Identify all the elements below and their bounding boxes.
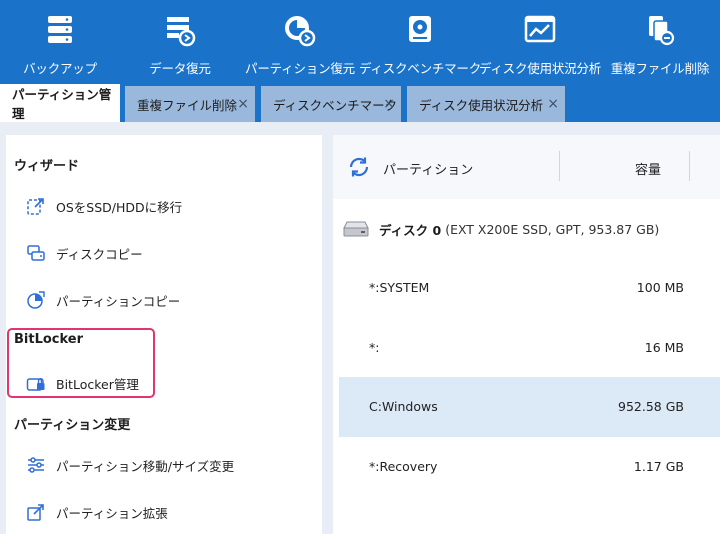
disk-benchmark-button[interactable]: ディスクベンチマーク bbox=[358, 0, 482, 84]
sidebar-item-label: パーティション拡張 bbox=[56, 505, 168, 521]
data-restore-icon bbox=[162, 12, 198, 48]
partition-capacity: 100 MB bbox=[636, 280, 684, 295]
tab-partition-management[interactable]: パーティション管理 bbox=[0, 84, 120, 122]
column-header-capacity[interactable]: 容量 bbox=[635, 159, 661, 178]
partition-name: *: bbox=[369, 340, 380, 355]
partition-row[interactable]: *:SYSTEM 100 MB bbox=[339, 258, 720, 318]
data-restore-label: データ復元 bbox=[149, 61, 211, 76]
disk-benchmark-label: ディスクベンチマーク bbox=[358, 61, 482, 76]
tab-strip: パーティション管理 重複ファイル削除 × ディスクベンチマーク × ディスク使用… bbox=[0, 84, 720, 122]
partition-list-panel: パーティション 容量 ディスク 0 (EXT X200E SSD, GPT, 9… bbox=[333, 135, 720, 534]
sidebar-item-extend-partition[interactable]: パーティション拡張 bbox=[26, 499, 168, 525]
close-icon[interactable]: × bbox=[383, 96, 395, 112]
disk-copy-icon bbox=[26, 243, 46, 263]
extend-icon bbox=[26, 502, 46, 522]
tab-duplicate-file[interactable]: 重複ファイル削除 × bbox=[125, 86, 255, 122]
partition-capacity: 16 MB bbox=[644, 340, 684, 355]
chart-icon bbox=[522, 12, 558, 48]
main-toolbar: バックアップ データ復元 パーティション復元 ディスクベンチマーク ディスク使用… bbox=[0, 0, 720, 84]
column-divider bbox=[689, 151, 690, 181]
partition-name: C:Windows bbox=[369, 399, 438, 414]
sidebar-item-partition-copy[interactable]: パーティションコピー bbox=[26, 287, 180, 313]
tab-disk-usage[interactable]: ディスク使用状況分析 × bbox=[407, 86, 565, 122]
disk-info: (EXT X200E SSD, GPT, 953.87 GB) bbox=[445, 221, 660, 237]
close-icon[interactable]: × bbox=[237, 96, 249, 112]
sidebar-item-migrate-os[interactable]: OSをSSD/HDDに移行 bbox=[26, 193, 182, 219]
partition-capacity: 952.58 GB bbox=[618, 399, 684, 414]
benchmark-icon bbox=[402, 12, 438, 48]
partition-restore-label: パーティション復元 bbox=[245, 61, 355, 76]
sidebar-item-bitlocker-management[interactable]: BitLocker管理 bbox=[26, 370, 139, 396]
refresh-icon[interactable] bbox=[347, 155, 371, 179]
partition-row-selected[interactable]: C:Windows 952.58 GB bbox=[339, 377, 720, 437]
hard-drive-icon bbox=[341, 219, 371, 239]
tab-label: ディスクベンチマーク bbox=[273, 97, 398, 113]
operations-sidebar: ウィザード OSをSSD/HDDに移行 ディスクコピー パーティションコピー B… bbox=[6, 135, 322, 534]
sidebar-item-label: BitLocker管理 bbox=[56, 376, 139, 392]
duplicate-file-icon bbox=[642, 12, 678, 48]
lock-drive-icon bbox=[26, 373, 46, 393]
tab-label: ディスク使用状況分析 bbox=[419, 97, 544, 113]
partition-restore-icon bbox=[282, 12, 318, 48]
data-restore-button[interactable]: データ復元 bbox=[120, 0, 240, 84]
column-divider bbox=[559, 151, 560, 181]
sidebar-item-label: パーティションコピー bbox=[56, 293, 181, 309]
disk-row[interactable]: ディスク 0 (EXT X200E SSD, GPT, 953.87 GB) bbox=[341, 211, 659, 247]
column-header-partition[interactable]: パーティション bbox=[383, 159, 473, 178]
migrate-icon bbox=[26, 196, 46, 216]
sidebar-item-move-resize[interactable]: パーティション移動/サイズ変更 bbox=[26, 452, 234, 478]
sidebar-item-label: ディスクコピー bbox=[56, 246, 143, 262]
section-title-wizard: ウィザード bbox=[14, 159, 80, 174]
sidebar-item-label: OSをSSD/HDDに移行 bbox=[56, 199, 183, 215]
disk-name: ディスク 0 bbox=[379, 222, 442, 238]
section-title-bitlocker: BitLocker bbox=[14, 332, 84, 347]
partition-copy-icon bbox=[26, 290, 46, 310]
partition-name: *:SYSTEM bbox=[369, 280, 430, 295]
backup-button[interactable]: バックアップ bbox=[0, 0, 120, 84]
sliders-icon bbox=[26, 455, 46, 475]
section-title-partition-change: パーティション変更 bbox=[14, 418, 131, 433]
database-icon bbox=[42, 12, 78, 48]
partition-row[interactable]: *:Recovery 1.17 GB bbox=[339, 437, 720, 497]
tab-disk-benchmark[interactable]: ディスクベンチマーク × bbox=[261, 86, 401, 122]
partition-row[interactable]: *: 16 MB bbox=[339, 318, 720, 378]
duplicate-file-label: 重複ファイル削除 bbox=[610, 61, 710, 76]
tab-label: パーティション管理 bbox=[12, 87, 112, 121]
partition-restore-button[interactable]: パーティション復元 bbox=[240, 0, 360, 84]
partition-table-header: パーティション 容量 bbox=[333, 135, 720, 199]
close-icon[interactable]: × bbox=[547, 96, 559, 112]
tab-label: 重複ファイル削除 bbox=[137, 97, 238, 113]
disk-usage-button[interactable]: ディスク使用状況分析 bbox=[478, 0, 602, 84]
disk-usage-label: ディスク使用状況分析 bbox=[478, 61, 602, 76]
partition-name: *:Recovery bbox=[369, 459, 438, 474]
duplicate-file-button[interactable]: 重複ファイル削除 bbox=[600, 0, 720, 84]
backup-label: バックアップ bbox=[23, 61, 97, 76]
sidebar-item-disk-copy[interactable]: ディスクコピー bbox=[26, 240, 143, 266]
partition-capacity: 1.17 GB bbox=[633, 459, 684, 474]
sidebar-item-label: パーティション移動/サイズ変更 bbox=[56, 458, 235, 474]
